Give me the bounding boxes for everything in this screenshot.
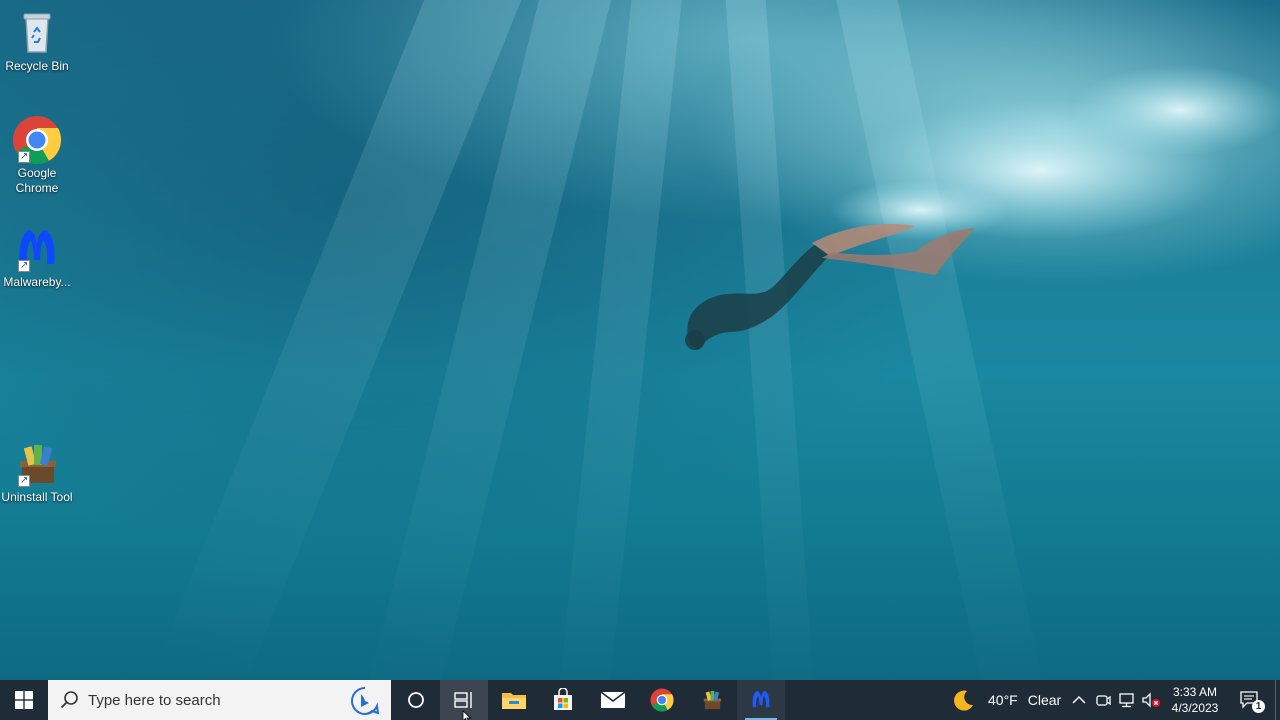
weather-condition: Clear: [1027, 692, 1062, 708]
mouse-cursor-icon: [462, 710, 472, 720]
volume-button[interactable]: [1140, 680, 1162, 720]
uninstall-tool-icon: [703, 690, 722, 710]
clock-time: 3:33 AM: [1172, 685, 1218, 699]
cortana-icon: [408, 692, 424, 708]
shortcut-arrow-icon: [18, 149, 30, 164]
search-placeholder: Type here to search: [88, 692, 221, 709]
chrome-taskbar-button[interactable]: [638, 680, 686, 720]
desktop-wallpaper: Recycle Bin Google Chrome Malwareby...: [0, 0, 1280, 680]
cortana-button[interactable]: [392, 680, 440, 720]
chrome-icon: [650, 688, 674, 712]
notification-count-badge: 1: [1252, 700, 1265, 713]
recycle-bin-icon: [12, 8, 62, 58]
microsoft-store-button[interactable]: [539, 680, 587, 720]
malwarebytes-taskbar-button[interactable]: [737, 680, 785, 720]
task-view-icon: [454, 692, 472, 708]
mail-icon: [600, 691, 626, 708]
start-button[interactable]: [0, 680, 48, 720]
weather-widget[interactable]: 40°F Clear: [952, 680, 1062, 720]
taskbar: Type here to search 40°F Clear 3:33 AM 4…: [0, 680, 1280, 720]
desktop-icon-label: Uninstall Tool: [1, 490, 73, 504]
chevron-up-icon: [1072, 695, 1086, 704]
desktop-icon-uninstall-tool[interactable]: Uninstall Tool: [0, 439, 74, 505]
shortcut-arrow-icon: [18, 473, 30, 488]
bing-chat-icon[interactable]: [350, 686, 380, 716]
weather-temp: 40°F: [988, 692, 1018, 708]
desktop-icon-recycle-bin[interactable]: Recycle Bin: [0, 8, 74, 74]
file-explorer-icon: [502, 693, 526, 709]
search-box[interactable]: Type here to search: [48, 680, 391, 720]
action-center-button[interactable]: 1: [1232, 680, 1268, 720]
meet-now-button[interactable]: [1092, 680, 1114, 720]
show-hidden-icons-button[interactable]: [1068, 680, 1090, 720]
mail-button[interactable]: [589, 680, 637, 720]
task-view-button[interactable]: [440, 680, 488, 720]
show-desktop-button[interactable]: [1275, 680, 1276, 720]
clock[interactable]: 3:33 AM 4/3/2023: [1166, 684, 1224, 716]
network-button[interactable]: [1116, 680, 1138, 720]
meet-now-icon: [1096, 695, 1111, 706]
desktop-icon-chrome[interactable]: Google Chrome: [0, 115, 74, 196]
microsoft-store-icon: [554, 688, 572, 710]
clock-date: 4/3/2023: [1171, 701, 1219, 715]
diver-illustration: [685, 65, 1280, 350]
chrome-icon: [12, 115, 62, 165]
volume-muted-icon: [1142, 692, 1160, 708]
file-explorer-button[interactable]: [490, 680, 538, 720]
uninstall-tool-icon: [12, 439, 62, 489]
desktop-icon-malwarebytes[interactable]: Malwareby...: [0, 224, 74, 290]
desktop-icon-label: Recycle Bin: [5, 59, 69, 73]
network-icon: [1119, 693, 1134, 708]
malwarebytes-icon: [752, 690, 770, 708]
malwarebytes-icon: [12, 224, 62, 274]
uninstall-tool-taskbar-button[interactable]: [688, 680, 736, 720]
shortcut-arrow-icon: [18, 258, 30, 273]
windows-logo-icon: [15, 691, 33, 709]
desktop-icon-label: Google Chrome: [15, 166, 59, 195]
search-icon: [60, 691, 78, 709]
desktop-icon-label: Malwareby...: [3, 275, 71, 289]
moon-icon: [954, 690, 973, 711]
